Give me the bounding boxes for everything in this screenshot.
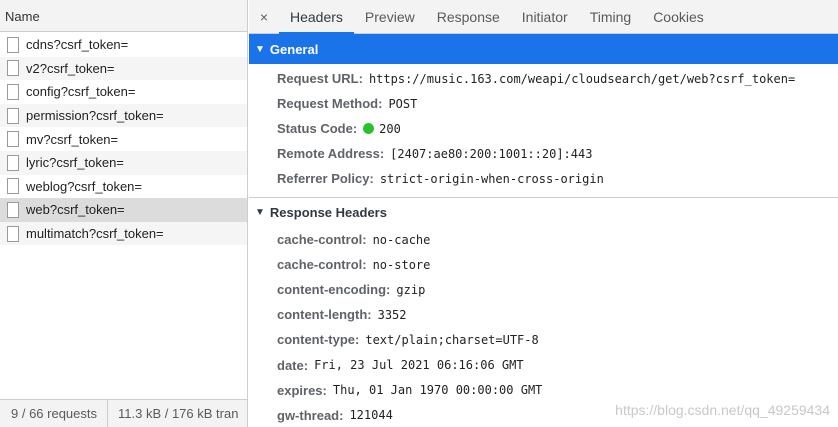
header-value: 3352 <box>377 307 407 322</box>
file-icon <box>7 131 19 148</box>
header-value: POST <box>388 96 418 111</box>
response-header-row: expires: Thu, 01 Jan 1970 00:00:00 GMT <box>249 378 838 403</box>
response-header-row: content-encoding: gzip <box>249 277 838 302</box>
general-row: Status Code: 200 <box>249 116 838 141</box>
general-section-header[interactable]: ▼ General <box>249 34 838 64</box>
header-value: no-store <box>372 257 431 272</box>
header-key: date: <box>277 357 309 373</box>
request-name: config?csrf_token= <box>26 84 136 100</box>
request-row[interactable]: permission?csrf_token= <box>0 103 247 128</box>
file-icon <box>7 201 19 218</box>
file-icon <box>7 107 19 124</box>
request-name: v2?csrf_token= <box>26 60 115 76</box>
file-icon <box>7 83 19 100</box>
header-key: Remote Address: <box>277 146 385 161</box>
general-row: Referrer Policy: strict-origin-when-cross… <box>249 166 838 191</box>
header-key: cache-control: <box>277 232 367 248</box>
network-status-bar: 9 / 66 requests 11.3 kB / 176 kB tran <box>0 399 247 427</box>
header-key: content-type: <box>277 332 360 348</box>
header-value: 121044 <box>349 408 393 423</box>
request-details-panel: × Headers Preview Response Initiator Tim… <box>249 0 838 427</box>
details-tabbar: × Headers Preview Response Initiator Tim… <box>249 0 838 34</box>
request-row[interactable]: cdns?csrf_token= <box>0 33 247 57</box>
request-row[interactable]: multimatch?csrf_token= <box>0 221 247 246</box>
header-key: expires: <box>277 382 327 398</box>
tab-initiator[interactable]: Initiator <box>511 0 579 33</box>
tab-timing[interactable]: Timing <box>579 0 643 33</box>
request-name: multimatch?csrf_token= <box>26 226 164 242</box>
status-ok-icon <box>363 123 375 134</box>
header-key: content-encoding: <box>277 282 391 298</box>
tab-headers[interactable]: Headers <box>279 0 354 34</box>
file-icon <box>7 225 19 242</box>
general-row: Remote Address: [2407:ae80:200:1001::20]:… <box>249 141 838 166</box>
header-value: Fri, 23 Jul 2021 06:16:06 GMT <box>314 358 524 373</box>
header-value: no-cache <box>372 232 431 247</box>
tab-cookies[interactable]: Cookies <box>642 0 715 33</box>
header-value: 200 <box>379 121 401 136</box>
general-row: Request URL: https://music.163.com/weapi/… <box>249 66 838 91</box>
header-key: Request URL: <box>277 71 363 86</box>
request-row[interactable]: mv?csrf_token= <box>0 127 247 151</box>
header-key: gw-thread: <box>277 407 344 423</box>
file-icon <box>7 178 19 195</box>
request-row[interactable]: v2?csrf_token= <box>0 56 247 81</box>
triangle-down-icon: ▼ <box>255 207 265 218</box>
tab-response[interactable]: Response <box>426 0 511 33</box>
close-icon[interactable]: × <box>249 0 279 33</box>
header-key: Request Method: <box>277 96 383 111</box>
header-value: https://music.163.com/weapi/cloudsearch/… <box>368 71 796 86</box>
header-key: cache-control: <box>277 257 367 273</box>
request-row[interactable]: config?csrf_token= <box>0 80 247 104</box>
request-row[interactable]: weblog?csrf_token= <box>0 175 247 199</box>
response-headers-section-header[interactable]: ▼ Response Headers <box>249 197 838 227</box>
transfer-size: 11.3 kB / 176 kB tran <box>118 406 239 421</box>
request-name: web?csrf_token= <box>26 202 125 218</box>
name-column-header[interactable]: Name <box>0 0 247 32</box>
general-row: Request Method: POST <box>249 91 838 116</box>
header-key: content-length: <box>277 307 372 323</box>
response-headers-section: cache-control: no-cache cache-control: no-… <box>249 227 838 427</box>
header-key: Status Code: <box>277 121 358 136</box>
header-value: strict-origin-when-cross-origin <box>379 171 604 186</box>
response-header-row: cache-control: no-store <box>249 252 838 277</box>
header-value: text/plain;charset=UTF-8 <box>365 332 539 347</box>
file-icon <box>7 60 19 77</box>
triangle-down-icon: ▼ <box>255 43 265 55</box>
request-count: 9 / 66 requests <box>0 400 108 427</box>
response-header-row: content-length: 3352 <box>249 302 838 327</box>
request-name: permission?csrf_token= <box>26 108 164 124</box>
request-row-selected[interactable]: web?csrf_token= <box>0 198 247 222</box>
request-list: cdns?csrf_token= v2?csrf_token= config?c… <box>0 33 247 246</box>
file-icon <box>7 36 19 53</box>
request-row[interactable]: lyric?csrf_token= <box>0 150 247 175</box>
response-headers-title: Response Headers <box>269 205 387 220</box>
request-name: mv?csrf_token= <box>26 131 119 147</box>
request-name: cdns?csrf_token= <box>26 37 129 53</box>
header-value: Thu, 01 Jan 1970 00:00:00 GMT <box>332 383 543 398</box>
general-section: Request URL: https://music.163.com/weapi/… <box>249 64 838 191</box>
header-value: [2407:ae80:200:1001::20]:443 <box>390 146 593 161</box>
request-name: lyric?csrf_token= <box>26 155 124 171</box>
request-list-panel: Name cdns?csrf_token= v2?csrf_token= con… <box>0 0 248 427</box>
response-header-row: cache-control: no-cache <box>249 227 838 252</box>
general-title: General <box>269 41 319 57</box>
response-header-row: content-type: text/plain;charset=UTF-8 <box>249 327 838 352</box>
response-header-row: date: Fri, 23 Jul 2021 06:16:06 GMT <box>249 352 838 377</box>
request-name: weblog?csrf_token= <box>26 178 142 194</box>
tab-preview[interactable]: Preview <box>354 0 426 33</box>
file-icon <box>7 154 19 171</box>
watermark: https://blog.csdn.net/qq_49259434 <box>615 402 830 418</box>
header-value: gzip <box>396 282 426 297</box>
header-key: Referrer Policy: <box>277 171 374 186</box>
